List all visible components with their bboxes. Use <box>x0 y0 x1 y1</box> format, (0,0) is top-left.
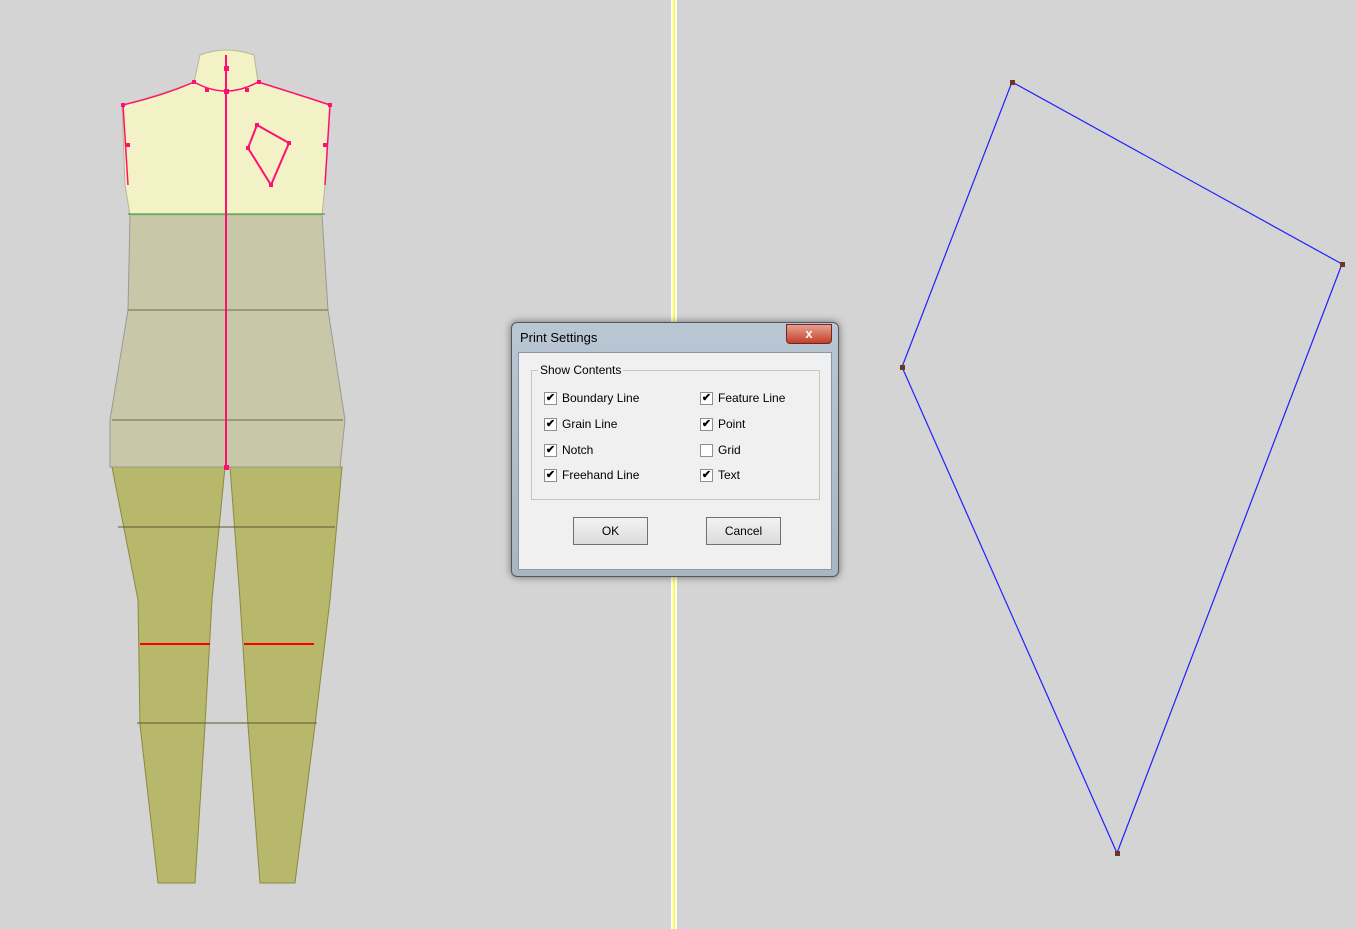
checkbox-grain-line[interactable]: ✔ Grain Line <box>544 417 617 431</box>
checkbox-icon[interactable]: ✔ <box>544 417 557 431</box>
checkbox-icon[interactable] <box>700 443 713 457</box>
checkbox-text[interactable]: ✔ Text <box>700 468 740 482</box>
ok-button[interactable]: OK <box>573 517 648 545</box>
checkbox-icon[interactable]: ✔ <box>544 443 557 457</box>
pattern-point[interactable] <box>900 365 905 370</box>
pattern-point[interactable] <box>1010 80 1015 85</box>
group-label: Show Contents <box>538 363 624 377</box>
show-contents-group: Show Contents ✔ Boundary Line ✔ Feature Li… <box>531 363 820 500</box>
checkbox-grid[interactable]: Grid <box>700 443 741 457</box>
cancel-button[interactable]: Cancel <box>706 517 781 545</box>
dialog-title: Print Settings <box>520 330 598 345</box>
checkbox-label: Grid <box>718 443 741 457</box>
checkbox-label: Feature Line <box>718 391 786 405</box>
checkbox-icon[interactable]: ✔ <box>700 417 713 431</box>
pattern-point[interactable] <box>1340 262 1345 267</box>
checkbox-boundary-line[interactable]: ✔ Boundary Line <box>544 391 639 405</box>
checkbox-feature-line[interactable]: ✔ Feature Line <box>700 391 785 405</box>
checkbox-label: Point <box>718 417 746 431</box>
print-settings-dialog: Print Settings x Show Contents ✔ Boundary… <box>511 322 839 577</box>
checkbox-icon[interactable]: ✔ <box>544 468 557 482</box>
pattern-boundary <box>901 81 1343 855</box>
checkbox-label: Notch <box>562 443 594 457</box>
checkbox-label: Freehand Line <box>562 468 640 482</box>
dialog-body: Show Contents ✔ Boundary Line ✔ Feature Li… <box>518 352 832 570</box>
checkbox-freehand-line[interactable]: ✔ Freehand Line <box>544 468 639 482</box>
checkbox-icon[interactable]: ✔ <box>700 391 713 405</box>
close-button[interactable]: x <box>786 324 832 344</box>
pattern-point[interactable] <box>1115 851 1120 856</box>
checkbox-label: Text <box>718 468 741 482</box>
checkbox-notch[interactable]: ✔ Notch <box>544 443 593 457</box>
checkbox-point[interactable]: ✔ Point <box>700 417 745 431</box>
checkbox-icon[interactable]: ✔ <box>700 468 713 482</box>
checkbox-label: Grain Line <box>562 417 618 431</box>
checkbox-icon[interactable]: ✔ <box>544 391 557 405</box>
checkbox-label: Boundary Line <box>562 391 640 405</box>
